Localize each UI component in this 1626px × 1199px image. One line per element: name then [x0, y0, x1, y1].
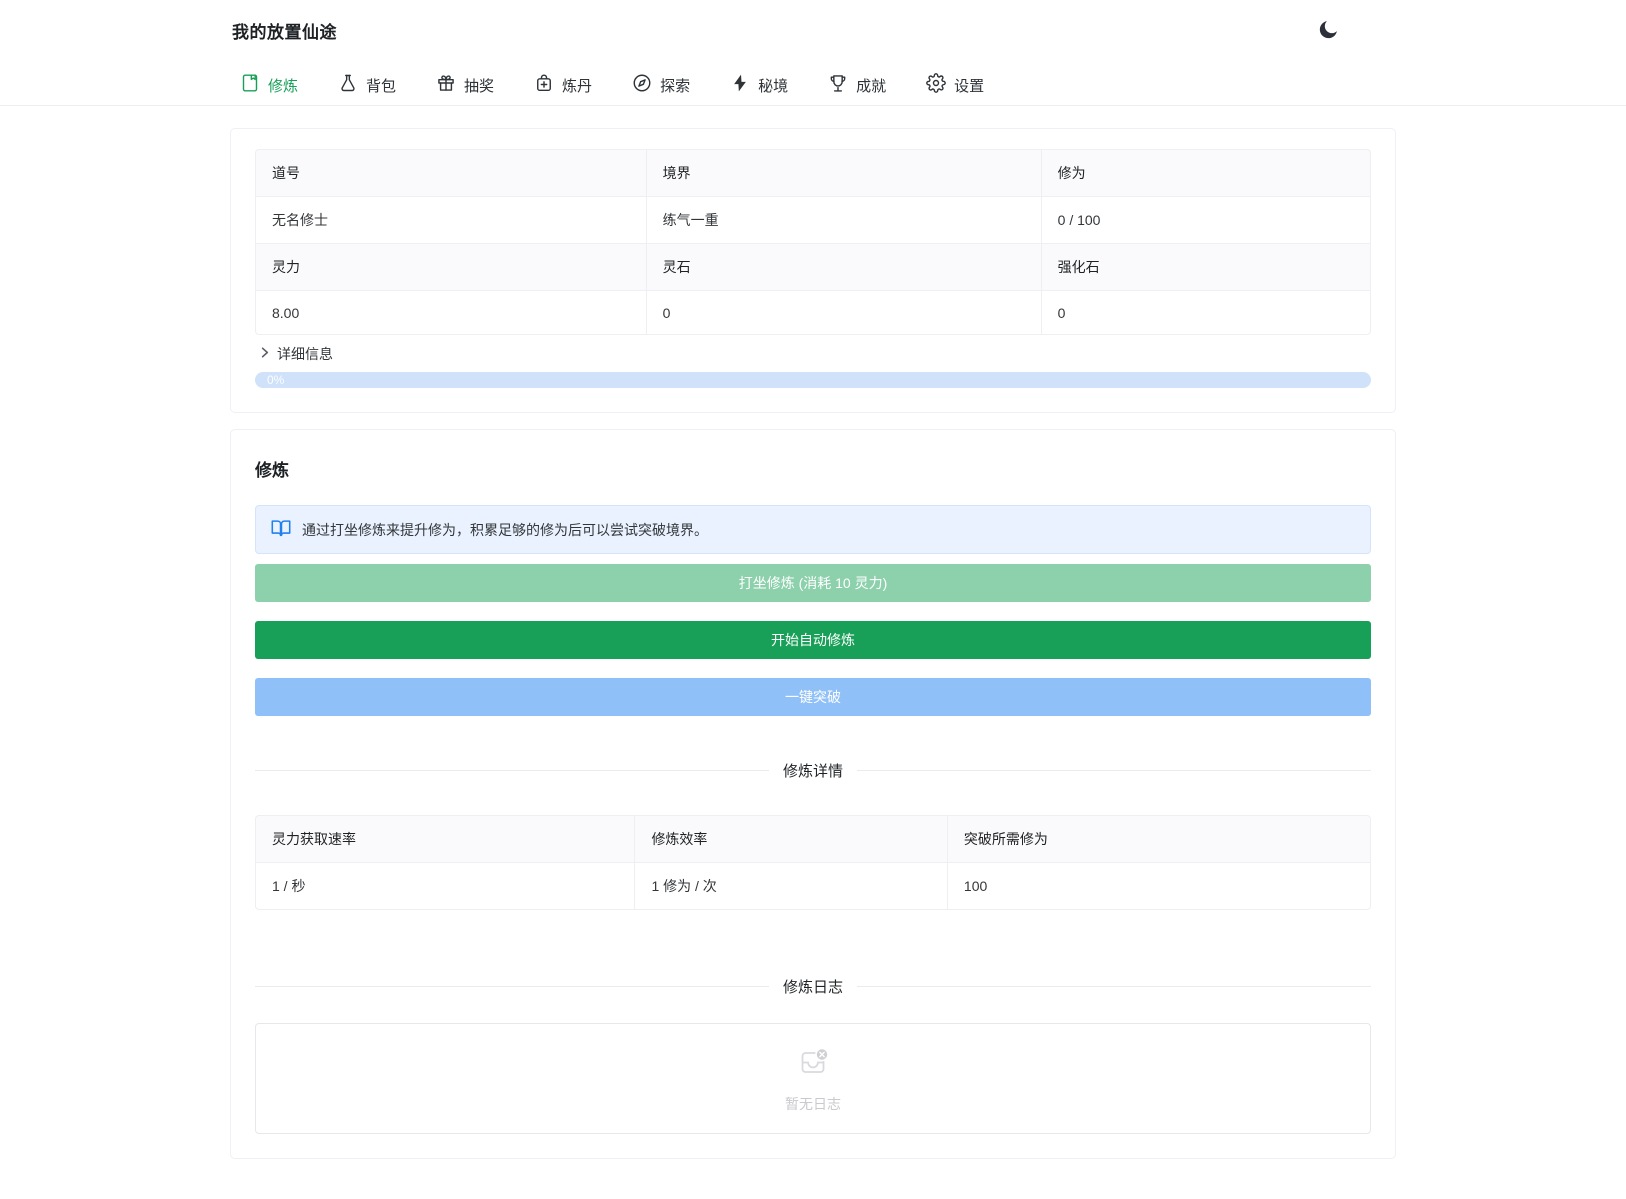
moon-icon — [1316, 21, 1340, 46]
main-tabs: 修炼 背包 抽奖 炼丹 探索 秘境 成就 设置 — [230, 65, 1396, 105]
theme-toggle-button[interactable] — [1316, 18, 1340, 42]
cultivation-log-divider: 修炼日志 — [255, 976, 1371, 997]
journal-icon — [240, 73, 260, 97]
tab-explore[interactable]: 探索 — [632, 73, 690, 97]
table-row: 无名修士 练气一重 0 / 100 — [255, 196, 1371, 243]
tab-label: 背包 — [366, 77, 397, 95]
book-open-icon — [270, 517, 292, 542]
detail-header-gain-rate: 灵力获取速率 — [255, 815, 635, 862]
stat-value-realm: 练气一重 — [645, 196, 1041, 243]
tab-label: 修炼 — [268, 77, 299, 95]
character-stats-card: 道号 境界 修为 无名修士 练气一重 0 / 100 灵力 灵石 强化石 8.0… — [230, 128, 1396, 413]
app-header: 我的放置仙途 修炼 背包 抽奖 炼丹 探索 秘境 成就 设置 — [0, 0, 1626, 106]
tab-label: 抽奖 — [464, 77, 495, 95]
flask-icon — [338, 73, 358, 97]
gift-icon — [436, 73, 456, 97]
table-row: 1 / 秒 1 修为 / 次 100 — [255, 862, 1371, 910]
tab-label: 设置 — [954, 77, 985, 95]
trophy-icon — [828, 73, 848, 97]
stat-value-spirit-power: 8.00 — [255, 290, 646, 335]
table-row: 道号 境界 修为 — [255, 149, 1371, 196]
table-row: 8.00 0 0 — [255, 290, 1371, 335]
detail-header-efficiency: 修炼效率 — [634, 815, 947, 862]
alert-text: 通过打坐修炼来提升修为，积累足够的修为后可以尝试突破境界。 — [302, 521, 708, 538]
tab-backpack[interactable]: 背包 — [338, 73, 396, 97]
meditate-button[interactable]: 打坐修炼 (消耗 10 灵力) — [255, 564, 1371, 602]
detail-value-efficiency: 1 修为 / 次 — [634, 862, 947, 910]
divider-label: 修炼日志 — [783, 979, 844, 996]
stat-header-spirit-stones: 灵石 — [645, 243, 1041, 290]
stat-value-cultivation: 0 / 100 — [1040, 196, 1371, 243]
medicine-bag-icon — [534, 73, 554, 97]
cultivation-progress-bar: 0% — [255, 372, 1371, 388]
tab-cultivation[interactable]: 修炼 — [240, 73, 298, 97]
tab-label: 探索 — [660, 77, 691, 95]
tab-alchemy[interactable]: 炼丹 — [534, 73, 592, 97]
stat-value-spirit-stones: 0 — [645, 290, 1041, 335]
stat-header-realm: 境界 — [645, 149, 1041, 196]
compass-icon — [632, 73, 652, 97]
gear-icon — [926, 73, 946, 97]
auto-cultivate-button[interactable]: 开始自动修炼 — [255, 621, 1371, 659]
stat-header-dao-name: 道号 — [255, 149, 646, 196]
card-title: 修炼 — [255, 461, 289, 480]
detail-header-breakthrough-req: 突破所需修为 — [946, 815, 1371, 862]
tab-lottery[interactable]: 抽奖 — [436, 73, 494, 97]
cultivation-card: 修炼 通过打坐修炼来提升修为，积累足够的修为后可以尝试突破境界。 打坐修炼 (消… — [230, 429, 1396, 1159]
stat-value-enhance-stones: 0 — [1040, 290, 1371, 335]
character-stats-table: 道号 境界 修为 无名修士 练气一重 0 / 100 灵力 灵石 强化石 8.0… — [255, 149, 1371, 335]
detail-value-breakthrough-req: 100 — [946, 862, 1371, 910]
divider-label: 修炼详情 — [783, 763, 844, 780]
stat-header-cultivation: 修为 — [1040, 149, 1371, 196]
detail-value-gain-rate: 1 / 秒 — [255, 862, 635, 910]
progress-label: 0% — [267, 373, 285, 387]
stat-value-dao-name: 无名修士 — [255, 196, 646, 243]
cultivation-details-table: 灵力获取速率 修炼效率 突破所需修为 1 / 秒 1 修为 / 次 100 — [255, 815, 1371, 910]
page-title: 我的放置仙途 — [232, 23, 337, 42]
empty-log-text: 暂无日志 — [785, 1096, 841, 1112]
chevron-right-icon — [257, 345, 272, 363]
table-row: 灵力获取速率 修炼效率 突破所需修为 — [255, 815, 1371, 862]
lightning-icon — [730, 73, 750, 97]
stat-header-enhance-stones: 强化石 — [1040, 243, 1371, 290]
tab-label: 秘境 — [758, 77, 789, 95]
stat-header-spirit-power: 灵力 — [255, 243, 646, 290]
table-row: 灵力 灵石 强化石 — [255, 243, 1371, 290]
empty-inbox-icon — [795, 1043, 831, 1084]
cultivation-details-divider: 修炼详情 — [255, 760, 1371, 781]
tab-achievements[interactable]: 成就 — [828, 73, 886, 97]
tab-settings[interactable]: 设置 — [926, 73, 984, 97]
cultivation-log-empty: 暂无日志 — [255, 1023, 1371, 1134]
tab-label: 炼丹 — [562, 77, 593, 95]
cultivation-info-alert: 通过打坐修炼来提升修为，积累足够的修为后可以尝试突破境界。 — [255, 505, 1371, 554]
breakthrough-button[interactable]: 一键突破 — [255, 678, 1371, 716]
tab-label: 成就 — [856, 77, 887, 95]
tab-secret-realm[interactable]: 秘境 — [730, 73, 788, 97]
details-toggle[interactable]: 详细信息 — [257, 344, 1371, 364]
details-toggle-label: 详细信息 — [277, 346, 333, 362]
